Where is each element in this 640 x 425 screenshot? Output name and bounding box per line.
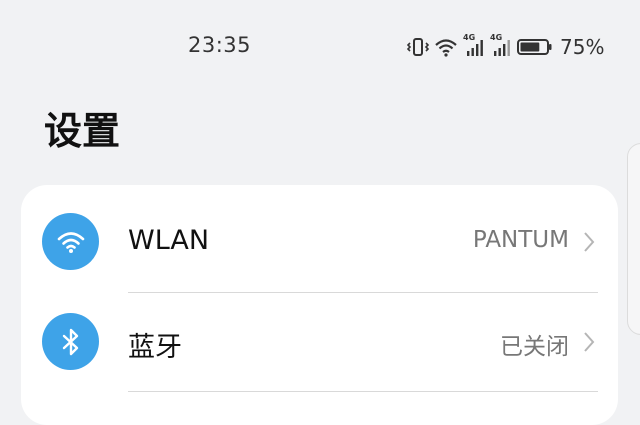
battery-percent: 75% xyxy=(560,35,605,59)
settings-card: WLAN PANTUM 蓝牙 已关闭 xyxy=(21,185,618,425)
status-icons: 4G 4G 75% xyxy=(407,33,605,59)
status-time: 23:35 xyxy=(188,33,252,57)
vibrate-icon xyxy=(407,37,429,57)
settings-item-wlan[interactable]: WLAN PANTUM xyxy=(21,185,618,284)
signal-4g-icon: 4G xyxy=(490,33,512,57)
chevron-right-icon xyxy=(583,231,595,257)
signal-4g-icon: 4G xyxy=(463,33,485,57)
settings-item-label: 蓝牙 xyxy=(128,332,182,363)
wifi-icon xyxy=(434,37,458,57)
status-bar: 23:35 4G 4G 75% xyxy=(0,0,640,90)
wifi-icon xyxy=(42,213,99,270)
chevron-right-icon xyxy=(583,331,595,357)
side-panel-handle[interactable] xyxy=(627,143,640,335)
page-title: 设置 xyxy=(44,109,121,153)
battery-icon xyxy=(517,37,553,57)
settings-item-bluetooth[interactable]: 蓝牙 已关闭 xyxy=(21,285,618,384)
settings-item-value: PANTUM xyxy=(472,227,569,253)
settings-item-label: WLAN xyxy=(128,225,210,256)
bluetooth-icon xyxy=(42,313,99,370)
divider xyxy=(128,391,598,392)
settings-item-value: 已关闭 xyxy=(500,334,569,360)
